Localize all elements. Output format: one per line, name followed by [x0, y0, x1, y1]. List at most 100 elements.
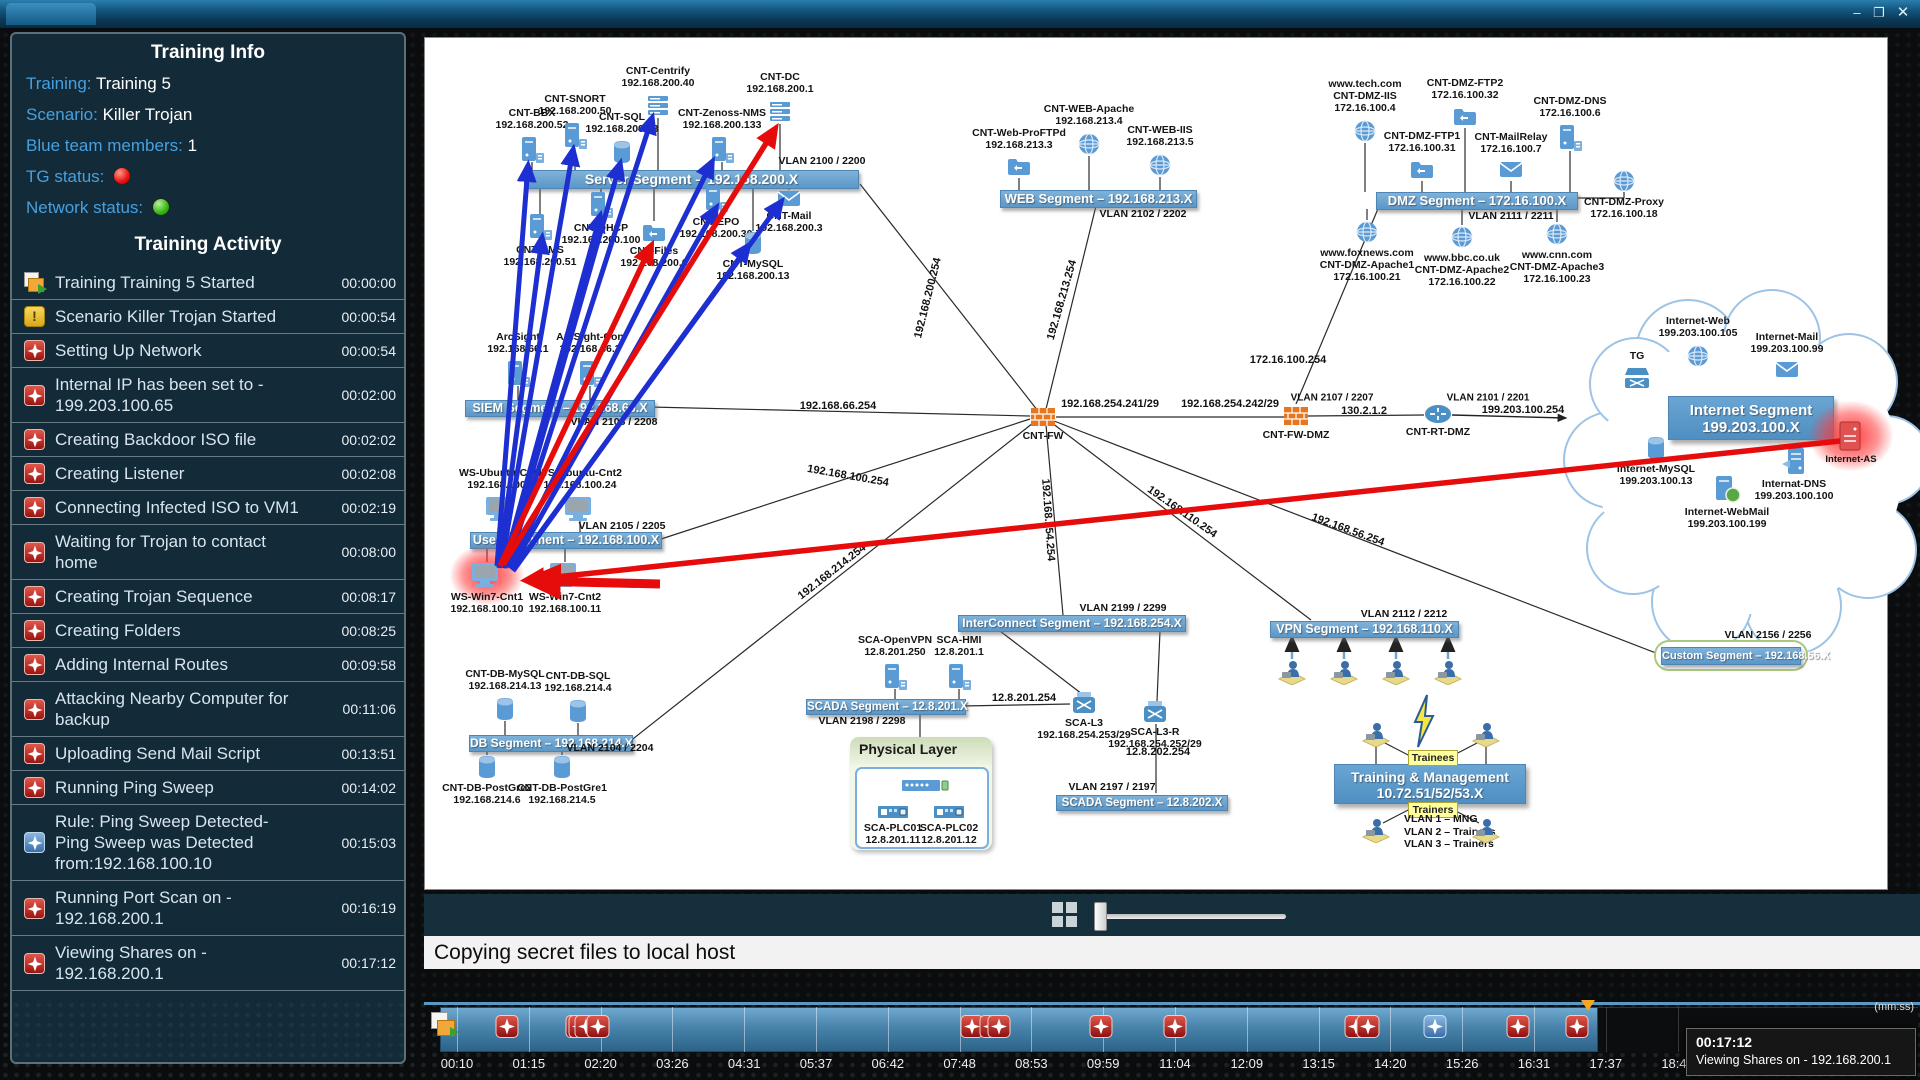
- node-CNT-DB-PostGre1[interactable]: [551, 754, 573, 785]
- activity-time: 00:13:51: [342, 746, 397, 762]
- node-label: Internet-AS: [1781, 454, 1920, 465]
- node-person[interactable]: [1361, 721, 1391, 752]
- activity-row-15[interactable]: Running Port Scan on - 192.168.200.100:1…: [12, 881, 404, 936]
- node-WS-Ubuntu-Cnt2[interactable]: [563, 495, 597, 528]
- activity-row-4[interactable]: Creating Backdoor ISO file00:02:02: [12, 423, 404, 457]
- node-TG[interactable]: [1622, 366, 1652, 397]
- timeline-event-red[interactable]: [1090, 1015, 1113, 1038]
- timeline-event-red[interactable]: [1507, 1015, 1530, 1038]
- node-CNT-MySQL[interactable]: [742, 230, 764, 261]
- node-CNT-DMZ-FTP1[interactable]: [1409, 158, 1435, 185]
- activity-row-11[interactable]: Attacking Nearby Computer for backup00:1…: [12, 682, 404, 737]
- activity-row-13[interactable]: Running Ping Sweep00:14:02: [12, 771, 404, 805]
- node-CNT-DMZ-FTP2[interactable]: [1452, 105, 1478, 132]
- scada-segment-201[interactable]: SCADA Segment – 12.8.201.X: [806, 699, 966, 715]
- node-CNT-FW[interactable]: [1030, 406, 1056, 433]
- timeline-tick-00:10: 00:10: [441, 1056, 474, 1071]
- node-label: CNT-RT-DMZ: [1368, 426, 1508, 438]
- node-Internet-Mail[interactable]: [1774, 359, 1800, 384]
- node-CNT-DB-MySQL[interactable]: [494, 696, 516, 727]
- activity-row-16[interactable]: Viewing Shares on - 192.168.200.100:17:1…: [12, 936, 404, 991]
- node-physwitch[interactable]: [901, 778, 949, 799]
- node-CNT-MailRelay[interactable]: [1498, 159, 1524, 184]
- node-CNT-BBX[interactable]: [519, 135, 545, 170]
- node-person[interactable]: [1329, 659, 1359, 690]
- interconnect-segment[interactable]: InterConnect Segment – 192.168.254.X: [958, 615, 1186, 632]
- node-ArcSight[interactable]: [505, 359, 531, 394]
- node-SCA-L3-R[interactable]: [1142, 700, 1168, 729]
- timeline-event-red[interactable]: [1566, 1015, 1589, 1038]
- custom-segment-bar[interactable]: Custom Segment – 192.168.56.X: [1661, 647, 1801, 665]
- activity-row-2[interactable]: Setting Up Network00:00:54: [12, 334, 404, 368]
- scada-segment-202[interactable]: SCADA Segment – 12.8.202.X: [1056, 795, 1228, 811]
- node-www.bbc.co.uk[interactable]: [1449, 224, 1475, 255]
- node-SCA-OpenVPN[interactable]: [882, 662, 908, 697]
- node-person[interactable]: [1361, 817, 1391, 848]
- timeline-event-red[interactable]: [587, 1015, 610, 1038]
- node-www.foxnews.com[interactable]: [1354, 219, 1380, 250]
- node-CNT-DC[interactable]: [768, 99, 792, 130]
- dmz-segment[interactable]: DMZ Segment – 172.16.100.X: [1376, 192, 1578, 210]
- node-www.cnn.com[interactable]: [1544, 221, 1570, 252]
- node-CNT-DHCP[interactable]: [588, 190, 614, 225]
- activity-row-3[interactable]: Internal IP has been set to - 199.203.10…: [12, 368, 404, 423]
- zoom-slider-track[interactable]: [1096, 914, 1286, 919]
- node-Internet-AS[interactable]: [1838, 420, 1864, 457]
- timeline-event-blue[interactable]: [1424, 1015, 1447, 1038]
- web-segment[interactable]: WEB Segment – 192.168.213.X: [1000, 190, 1197, 208]
- activity-row-5[interactable]: Creating Listener00:02:08: [12, 457, 404, 491]
- node-CNT-SQL[interactable]: [611, 139, 633, 170]
- node-label: SCA-HMI12.8.201.1: [889, 634, 1029, 658]
- timeline-event-red[interactable]: [1164, 1015, 1187, 1038]
- node-person[interactable]: [1471, 817, 1501, 848]
- activity-time: 00:02:02: [342, 432, 397, 448]
- node-person[interactable]: [1433, 659, 1463, 690]
- node-WS-Win7-Cnt1[interactable]: [470, 561, 504, 594]
- node-label: CNT-Centrify192.168.200.40: [588, 65, 728, 89]
- minimize-button[interactable]: –: [1846, 4, 1868, 22]
- attack-event-icon: [24, 385, 45, 406]
- training-management-box[interactable]: Training & Management10.72.51/52/53.X: [1334, 764, 1526, 804]
- activity-row-9[interactable]: Creating Folders00:08:25: [12, 614, 404, 648]
- timeline-tick-16:31: 16:31: [1518, 1056, 1551, 1071]
- node-Internet-Web[interactable]: [1685, 343, 1711, 374]
- node-bolt[interactable]: [1411, 694, 1437, 755]
- node-SCA-HMI[interactable]: [946, 662, 972, 697]
- timeline-event-red[interactable]: [496, 1015, 519, 1038]
- zoom-slider-handle[interactable]: [1094, 902, 1107, 931]
- node-CNT-DMZ-Proxy[interactable]: [1611, 168, 1637, 199]
- node-CNT-WEB-IIS[interactable]: [1147, 152, 1173, 183]
- activity-row-12[interactable]: Uploading Send Mail Script00:13:51: [12, 737, 404, 771]
- node-Internet-MySQL[interactable]: [1645, 435, 1667, 466]
- activity-row-0[interactable]: Training Training 5 Started00:00:00: [12, 266, 404, 300]
- activity-row-8[interactable]: Creating Trojan Sequence00:08:17: [12, 580, 404, 614]
- node-SCA-L3[interactable]: [1071, 691, 1097, 720]
- timeline-event-red[interactable]: [1357, 1015, 1380, 1038]
- close-button[interactable]: ✕: [1892, 4, 1914, 22]
- activity-row-6[interactable]: Connecting Infected ISO to VM100:02:19: [12, 491, 404, 525]
- node-person[interactable]: [1277, 659, 1307, 690]
- custom-segment[interactable]: Custom Segment – 192.168.56.X: [1654, 640, 1808, 671]
- activity-row-14[interactable]: Rule: Ping Sweep Detected- Ping Sweep wa…: [12, 805, 404, 881]
- node-CNT-Zenoss-NMS[interactable]: [709, 135, 735, 170]
- node-person[interactable]: [1471, 721, 1501, 752]
- node-WS-Win7-Cnt2[interactable]: [548, 561, 582, 594]
- activity-row-7[interactable]: Waiting for Trojan to contact home00:08:…: [12, 525, 404, 580]
- timeline-event-red[interactable]: [988, 1015, 1011, 1038]
- node-CNT-DB-SQL[interactable]: [567, 698, 589, 729]
- vpn-segment[interactable]: VPN Segment – 192.168.110.X: [1270, 621, 1459, 638]
- node-ArcSight-Con[interactable]: [577, 359, 603, 394]
- node-CNT-FW-DMZ[interactable]: [1283, 405, 1309, 432]
- playhead-marker[interactable]: [1581, 1000, 1595, 1011]
- layout-grid-icon[interactable]: [1052, 902, 1078, 928]
- maximize-button[interactable]: ❐: [1868, 4, 1890, 22]
- siem-segment[interactable]: SIEM Segment – 192.168.66.X: [465, 400, 655, 417]
- timeline-event-training[interactable]: [431, 1012, 461, 1038]
- activity-row-10[interactable]: Adding Internal Routes00:09:58: [12, 648, 404, 682]
- node-WS-Ubuntu-Cnt1[interactable]: [484, 495, 518, 528]
- activity-row-1[interactable]: !Scenario Killer Trojan Started00:00:54: [12, 300, 404, 334]
- node-CNT-Web-ProFTPd[interactable]: [1006, 155, 1032, 182]
- node-person[interactable]: [1381, 659, 1411, 690]
- server-segment[interactable]: Server Segment – 192.168.200.X: [524, 170, 859, 189]
- node-CNT-DB-PostGre2[interactable]: [476, 754, 498, 785]
